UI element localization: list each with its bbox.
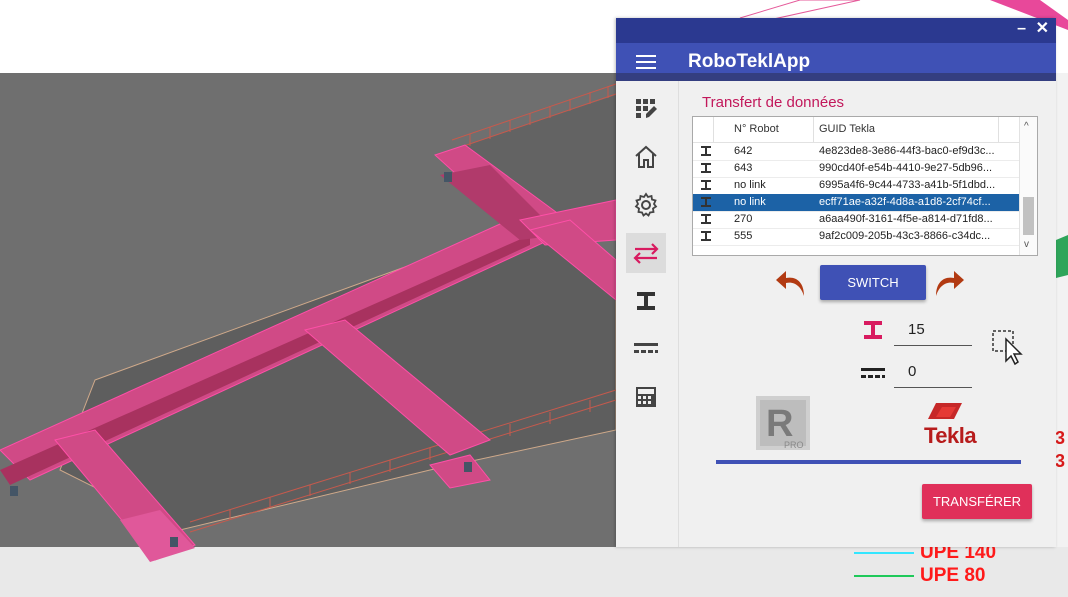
calculator-icon	[636, 387, 656, 407]
robot-logo-letter: R	[766, 403, 793, 445]
side-label: 3	[1055, 451, 1066, 471]
select-in-model-icon[interactable]	[992, 330, 1026, 366]
table-row[interactable]: 642 4e823de8-3e86-44f3-bac0-ef9d3c...	[693, 143, 1019, 161]
robot-number-cell: 642	[734, 145, 753, 157]
redo-arrow-icon[interactable]	[932, 266, 966, 298]
robot-number-cell: 270	[734, 213, 753, 225]
robot-number-cell: no link	[734, 196, 766, 208]
header-shadow	[616, 73, 1056, 81]
grid-scrollbar[interactable]: ^ v	[1019, 117, 1037, 255]
chevron-up-icon[interactable]: ^	[1024, 121, 1029, 132]
i-beam-icon	[864, 321, 882, 339]
roboteklapp-window: – ✕ RoboTeklApp Transfert de données N° …	[616, 18, 1056, 547]
window-titlebar[interactable]: – ✕	[616, 18, 1056, 43]
table-row-selected[interactable]: no link ecff71ae-a32f-4d8a-a1d8-2cf74cf.…	[693, 194, 1019, 212]
legend-item: UPE 80	[854, 564, 996, 587]
guid-cell: a6aa490f-3161-4f5e-a814-d71fd8...	[819, 213, 993, 225]
i-beam-icon	[637, 292, 655, 310]
i-beam-icon	[701, 146, 711, 156]
beam-count-field[interactable]: 15	[894, 314, 972, 346]
robot-number-cell: 555	[734, 230, 753, 242]
table-row[interactable]: 643 990cd40f-e54b-4410-9e27-5db96...	[693, 160, 1019, 178]
slab-lines-icon	[634, 343, 658, 353]
nav-item-slabs[interactable]	[626, 329, 666, 369]
guid-cell: 4e823de8-3e86-44f3-bac0-ef9d3c...	[819, 145, 995, 157]
robot-structural-logo[interactable]: R PRO	[756, 396, 812, 452]
i-beam-icon	[701, 180, 711, 190]
nav-item-home[interactable]	[626, 137, 666, 177]
scrollbar-thumb[interactable]	[1023, 197, 1034, 235]
column-header-guid[interactable]: GUID Tekla	[819, 123, 875, 135]
i-beam-icon	[701, 163, 711, 173]
link-data-grid[interactable]: N° Robot GUID Tekla 642 4e823de8-3e86-44…	[692, 116, 1038, 256]
guid-cell: ecff71ae-a32f-4d8a-a1d8-2cf74cf...	[819, 196, 991, 208]
guid-cell: 6995a4f6-9c44-4733-a41b-5f1dbd...	[819, 179, 996, 191]
settings-gear-icon	[634, 192, 658, 217]
slab-lines-icon	[861, 368, 885, 378]
legend-swatch	[854, 551, 914, 554]
section-legend: UPE 140 UPE 80	[854, 541, 996, 587]
robot-number-cell: no link	[734, 179, 766, 191]
home-icon	[635, 145, 657, 168]
grid-edit-icon	[636, 99, 657, 118]
table-row[interactable]: no link 6995a4f6-9c44-4733-a41b-5f1dbd..…	[693, 177, 1019, 195]
tekla-logo[interactable]: Tekla	[924, 423, 977, 449]
i-beam-icon	[701, 197, 711, 207]
nav-item-beams[interactable]	[626, 281, 666, 321]
robot-logo-sub: PRO	[784, 440, 804, 450]
column-header-robot[interactable]: N° Robot	[734, 123, 779, 135]
grid-header: N° Robot GUID Tekla	[693, 117, 1019, 143]
table-row[interactable]: 555 9af2c009-205b-43c3-8866-c34dc...	[693, 228, 1019, 246]
app-title: RoboTeklApp	[688, 51, 811, 72]
i-beam-icon	[701, 231, 711, 241]
legend-label: UPE 80	[920, 564, 986, 586]
switch-button[interactable]: SWITCH	[820, 265, 926, 300]
transfer-arrows-icon	[633, 243, 659, 264]
tekla-logo-icon	[928, 403, 962, 419]
guid-cell: 9af2c009-205b-43c3-8866-c34dc...	[819, 230, 991, 242]
sidebar-nav	[616, 81, 679, 547]
legend-swatch	[854, 574, 914, 577]
robot-number-cell: 643	[734, 162, 753, 174]
guid-cell: 990cd40f-e54b-4410-9e27-5db96...	[819, 162, 993, 174]
nav-item-calculator[interactable]	[626, 377, 666, 417]
transfer-progress-bar	[716, 460, 1021, 464]
table-row[interactable]: 270 a6aa490f-3161-4f5e-a814-d71fd8...	[693, 211, 1019, 229]
i-beam-icon	[701, 214, 711, 224]
transfer-button[interactable]: TRANSFÉRER	[922, 484, 1032, 519]
side-label: 3	[1055, 428, 1066, 448]
hamburger-menu-icon[interactable]	[636, 55, 656, 70]
nav-item-settings[interactable]	[626, 185, 666, 225]
nav-item-transfer[interactable]	[626, 233, 666, 273]
section-title: Transfert de données	[702, 94, 845, 111]
slab-count-field[interactable]: 0	[894, 356, 972, 388]
nav-item-grid-edit[interactable]	[626, 89, 666, 129]
close-icon[interactable]: ✕	[1036, 19, 1049, 39]
undo-arrow-icon[interactable]	[774, 266, 808, 298]
chevron-down-icon[interactable]: v	[1024, 239, 1029, 250]
minimize-icon[interactable]: –	[1017, 20, 1026, 38]
